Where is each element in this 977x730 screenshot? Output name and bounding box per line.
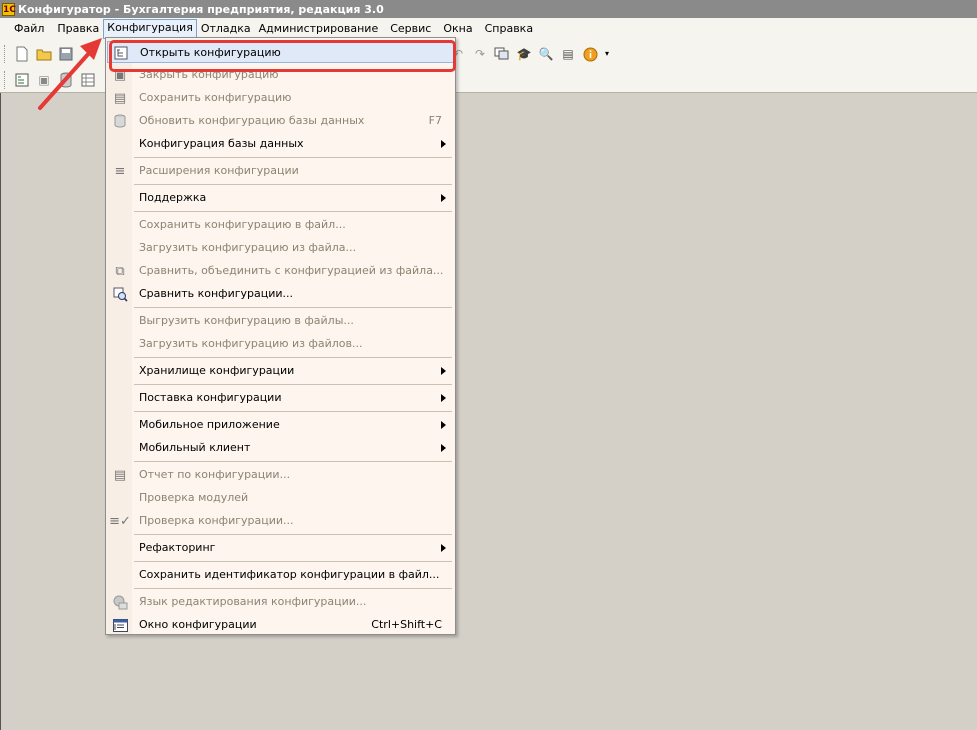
search-help-icon[interactable]: 🔍 bbox=[538, 46, 554, 62]
menu-separator bbox=[134, 534, 452, 535]
submenu-arrow-icon bbox=[441, 140, 446, 148]
menu-item-editing-language[interactable]: Язык редактирования конфигурации... bbox=[107, 591, 454, 613]
window-title: Конфигуратор - Бухгалтерия предприятия, … bbox=[18, 2, 384, 16]
new-document-icon[interactable] bbox=[14, 46, 30, 62]
report-icon: ▤ bbox=[113, 467, 127, 483]
toolbar-configuration: ▣ bbox=[0, 67, 99, 93]
menu-item-report[interactable]: ▤ Отчет по конфигурации... bbox=[107, 464, 454, 486]
menu-item-mobile-app[interactable]: Мобильное приложение bbox=[107, 414, 454, 436]
menu-help[interactable]: Справка bbox=[481, 20, 537, 38]
menu-item-save-configuration[interactable]: ▤ Сохранить конфигурацию bbox=[107, 87, 454, 109]
toolbar-grip[interactable] bbox=[4, 71, 8, 89]
menu-separator bbox=[134, 211, 452, 212]
menu-item-check-modules[interactable]: Проверка модулей bbox=[107, 487, 454, 509]
learning-icon[interactable]: 🎓 bbox=[516, 46, 532, 62]
submenu-arrow-icon bbox=[441, 544, 446, 552]
config-window-icon bbox=[112, 617, 128, 633]
menu-item-check-configuration[interactable]: ≡✓ Проверка конфигурации... bbox=[107, 510, 454, 532]
menu-item-export-to-files[interactable]: Выгрузить конфигурацию в файлы... bbox=[107, 310, 454, 332]
submenu-arrow-icon bbox=[441, 394, 446, 402]
menu-edit[interactable]: Правка bbox=[53, 20, 103, 38]
redo-icon[interactable]: ↷ bbox=[472, 46, 488, 62]
configuration-menu: Открыть конфигурацию ▣ Закрыть конфигура… bbox=[105, 37, 456, 635]
menu-item-support[interactable]: Поддержка bbox=[107, 187, 454, 209]
menu-item-compare-merge[interactable]: ⧉ Сравнить, объединить с конфигурацией и… bbox=[107, 260, 454, 282]
help-book-icon[interactable]: ▤ bbox=[560, 46, 576, 62]
menu-separator bbox=[134, 561, 452, 562]
database-icon[interactable] bbox=[58, 72, 74, 88]
toolbar-grip[interactable] bbox=[4, 45, 8, 63]
compare-merge-icon: ⧉ bbox=[115, 263, 125, 279]
menu-item-config-window[interactable]: Окно конфигурации Ctrl+Shift+C bbox=[107, 614, 454, 636]
open-folder-icon[interactable] bbox=[36, 46, 52, 62]
menu-file[interactable]: Файл bbox=[10, 20, 48, 38]
menu-item-load-from-file[interactable]: Загрузить конфигурацию из файла... bbox=[107, 237, 454, 259]
menu-separator bbox=[134, 307, 452, 308]
language-icon bbox=[112, 594, 128, 610]
menu-item-db-configuration[interactable]: Конфигурация базы данных bbox=[107, 133, 454, 155]
menu-separator bbox=[134, 588, 452, 589]
windows-icon[interactable] bbox=[494, 46, 510, 62]
highlight-annotation-box bbox=[109, 40, 456, 72]
menu-item-save-config-id[interactable]: Сохранить идентификатор конфигурации в ф… bbox=[107, 564, 454, 586]
menu-debug[interactable]: Отладка bbox=[197, 20, 255, 38]
menu-item-refactoring[interactable]: Рефакторинг bbox=[107, 537, 454, 559]
config-tree-icon[interactable] bbox=[14, 72, 30, 88]
menu-separator bbox=[134, 157, 452, 158]
save-config-icon: ▤ bbox=[113, 90, 127, 106]
check-icon: ≡✓ bbox=[109, 513, 131, 529]
dropdown-arrow-icon[interactable]: ▾ bbox=[604, 46, 610, 62]
menu-item-save-to-file[interactable]: Сохранить конфигурацию в файл... bbox=[107, 214, 454, 236]
menu-item-delivery[interactable]: Поставка конфигурации bbox=[107, 387, 454, 409]
menu-item-compare-configurations[interactable]: Сравнить конфигурации... bbox=[107, 283, 454, 305]
menu-service[interactable]: Сервис bbox=[386, 20, 435, 38]
menu-separator bbox=[134, 411, 452, 412]
menu-separator bbox=[134, 384, 452, 385]
menu-separator bbox=[134, 184, 452, 185]
compare-icon bbox=[112, 286, 128, 302]
extensions-icon: ≡ bbox=[114, 163, 126, 179]
menu-windows[interactable]: Окна bbox=[439, 20, 476, 38]
info-icon[interactable] bbox=[582, 46, 598, 62]
submenu-arrow-icon bbox=[441, 444, 446, 452]
title-bar: 1С Конфигуратор - Бухгалтерия предприяти… bbox=[0, 0, 977, 18]
submenu-arrow-icon bbox=[441, 194, 446, 202]
save-icon[interactable] bbox=[58, 46, 74, 62]
menu-separator bbox=[134, 357, 452, 358]
table-icon[interactable] bbox=[80, 72, 96, 88]
menu-administration[interactable]: Администрирование bbox=[255, 20, 383, 38]
menu-configuration[interactable]: Конфигурация bbox=[103, 19, 197, 39]
database-icon bbox=[112, 113, 128, 129]
app-logo-icon: 1С bbox=[2, 2, 16, 16]
submenu-arrow-icon bbox=[441, 367, 446, 375]
submenu-arrow-icon bbox=[441, 421, 446, 429]
menu-item-extensions[interactable]: ≡ Расширения конфигурации bbox=[107, 160, 454, 182]
menu-item-repository[interactable]: Хранилище конфигурации bbox=[107, 360, 454, 382]
menu-separator bbox=[134, 461, 452, 462]
menu-item-import-from-files[interactable]: Загрузить конфигурацию из файлов... bbox=[107, 333, 454, 355]
menu-item-update-db-configuration[interactable]: Обновить конфигурацию базы данных F7 bbox=[107, 110, 454, 132]
db-config-icon[interactable]: ▣ bbox=[36, 72, 52, 88]
menu-item-mobile-client[interactable]: Мобильный клиент bbox=[107, 437, 454, 459]
